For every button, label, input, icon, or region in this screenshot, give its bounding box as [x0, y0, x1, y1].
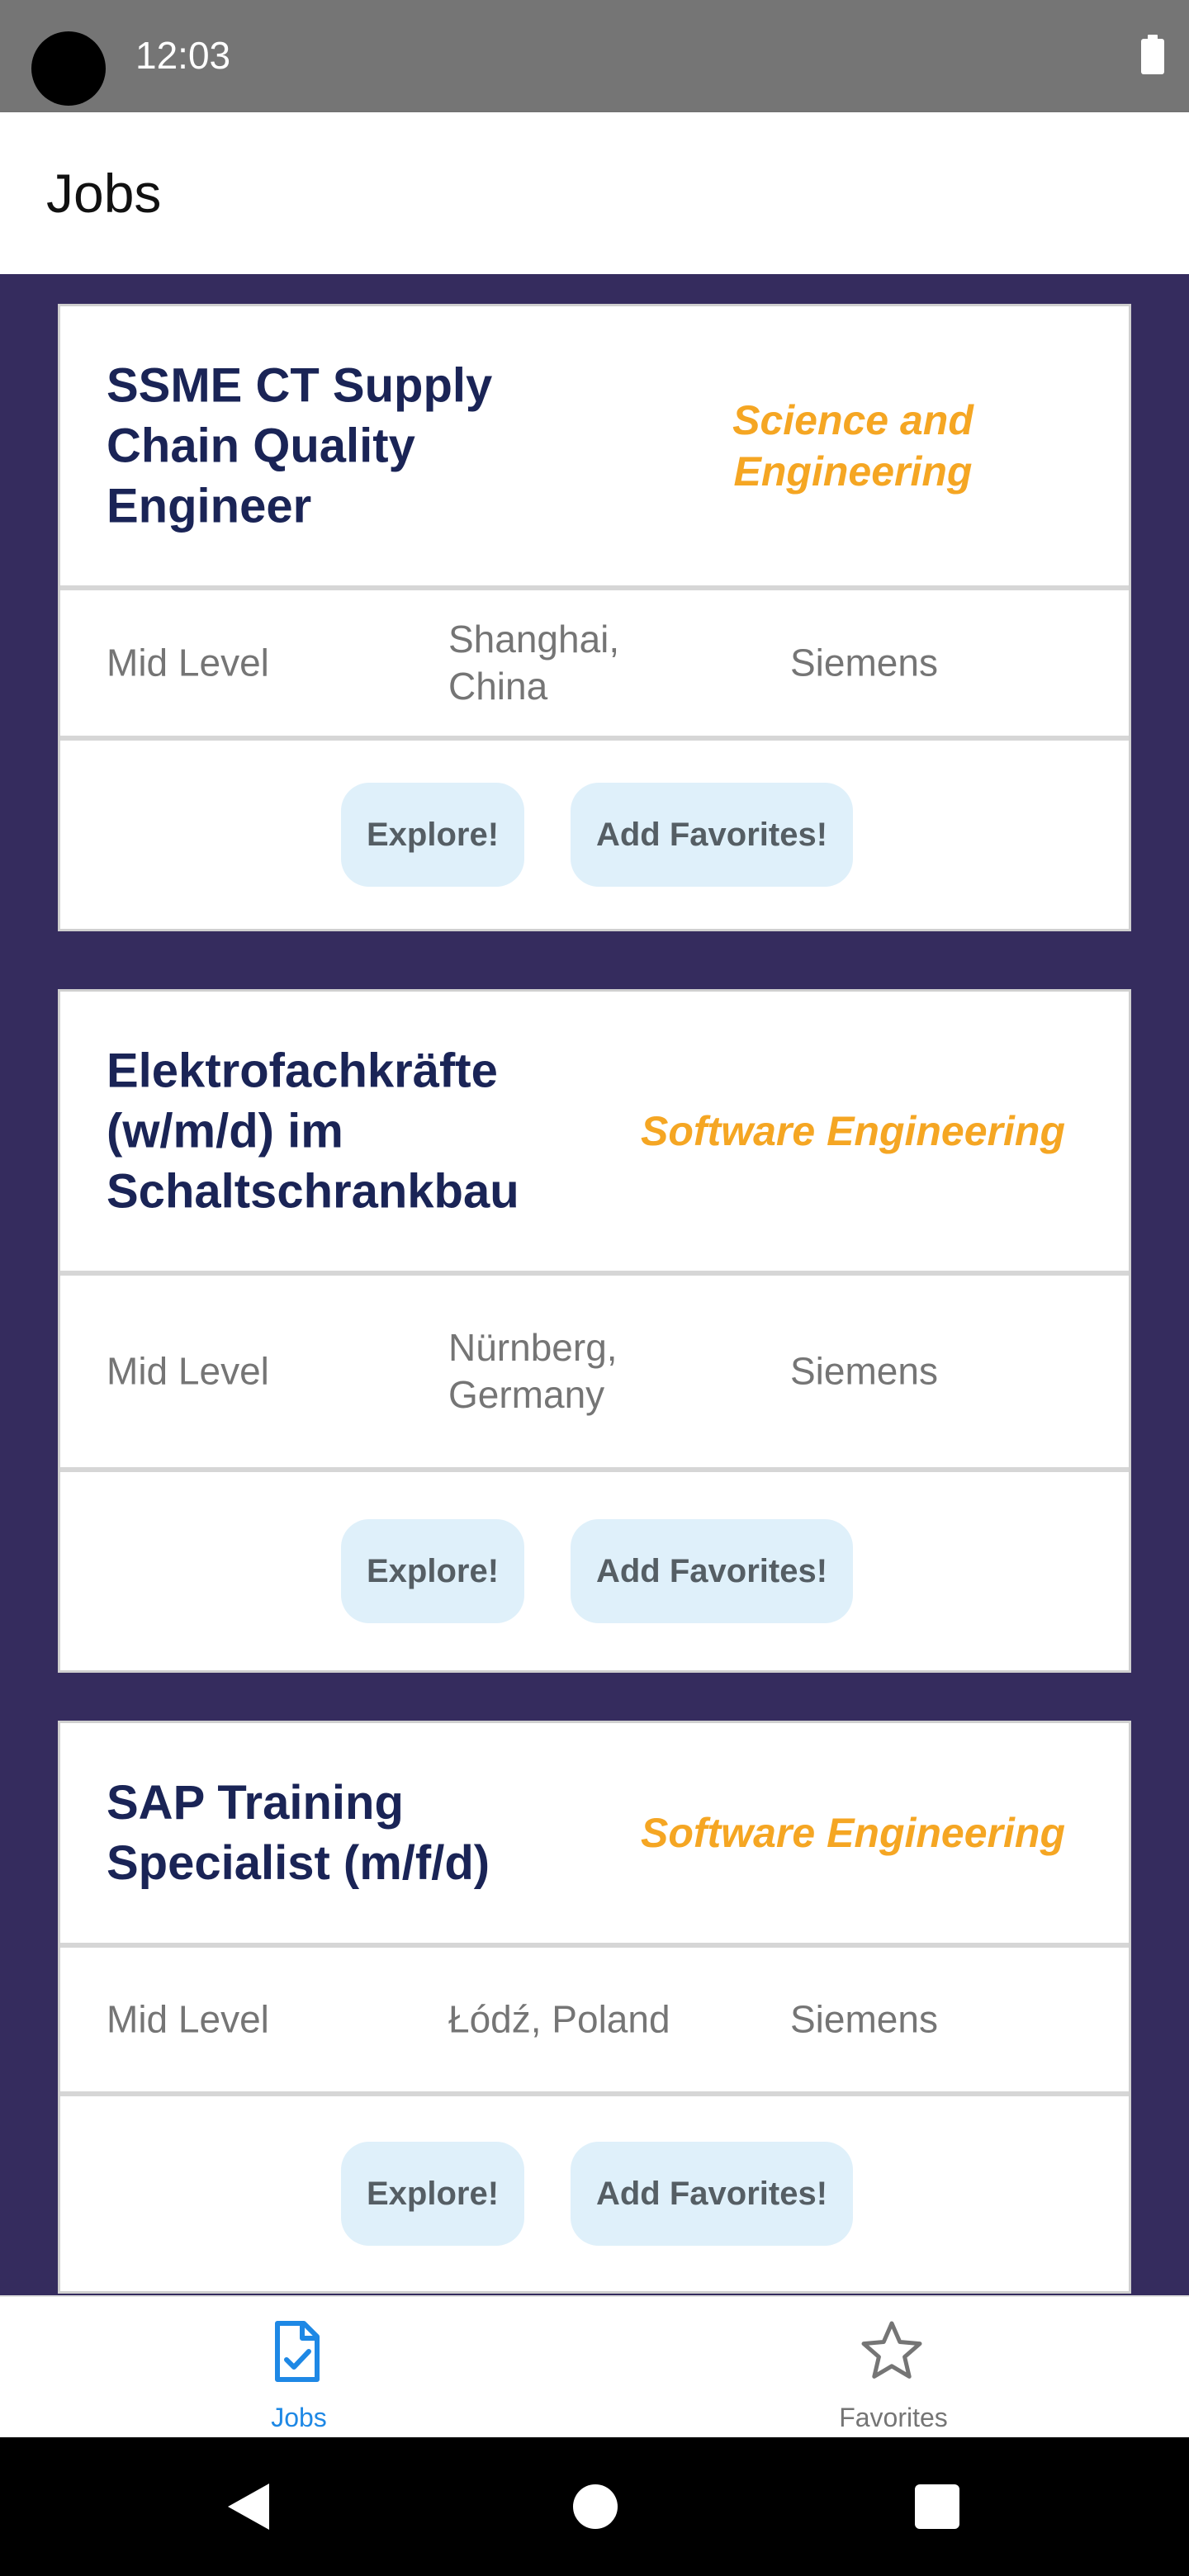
- add-favorites-button[interactable]: Add Favorites!: [571, 2142, 853, 2246]
- job-level: Mid Level: [107, 1997, 269, 2041]
- job-category: Software Engineering: [641, 1108, 1065, 1154]
- battery-icon: [1141, 35, 1164, 74]
- job-level: Mid Level: [107, 1349, 269, 1393]
- bottom-navigation: Jobs Favorites: [0, 2295, 1189, 2437]
- add-favorites-button[interactable]: Add Favorites!: [571, 1519, 853, 1623]
- app-bar: Jobs: [0, 112, 1189, 274]
- job-card-meta: Mid Level Łódź, Poland Siemens: [60, 1948, 1129, 2096]
- job-company: Siemens: [790, 1997, 938, 2041]
- job-company: Siemens: [790, 641, 938, 684]
- job-card-actions: Explore! Add Favorites!: [60, 741, 1129, 929]
- job-level: Mid Level: [107, 641, 269, 684]
- job-document-check-icon: [275, 2321, 320, 2382]
- job-title: SAP Training Specialist (m/f/d): [107, 1776, 490, 1890]
- star-outline-icon: [861, 2321, 922, 2379]
- job-location: Nürnberg, Germany: [448, 1326, 618, 1416]
- job-category: Software Engineering: [641, 1810, 1065, 1856]
- back-icon[interactable]: [225, 2482, 271, 2531]
- explore-button[interactable]: Explore!: [341, 783, 524, 887]
- explore-button[interactable]: Explore!: [341, 1519, 524, 1623]
- job-card-header: SSME CT Supply Chain Quality Engineer Sc…: [60, 306, 1129, 590]
- job-card-meta: Mid Level Nürnberg, Germany Siemens: [60, 1276, 1129, 1472]
- home-icon[interactable]: [573, 2484, 618, 2529]
- page-title: Jobs: [46, 163, 162, 224]
- tab-favorites-label: Favorites: [839, 2403, 948, 2432]
- tab-jobs[interactable]: Jobs: [0, 2297, 594, 2439]
- job-location: Shanghai, China: [448, 618, 620, 708]
- job-list[interactable]: SSME CT Supply Chain Quality Engineer Sc…: [0, 274, 1189, 2295]
- job-card: Elektrofachkräfte (w/m/d) im Schaltschra…: [58, 989, 1131, 1673]
- tab-jobs-label: Jobs: [271, 2403, 327, 2432]
- job-card-header: Elektrofachkräfte (w/m/d) im Schaltschra…: [60, 992, 1129, 1276]
- job-card: SSME CT Supply Chain Quality Engineer Sc…: [58, 304, 1131, 931]
- job-card-meta: Mid Level Shanghai, China Siemens: [60, 590, 1129, 741]
- recent-apps-icon[interactable]: [915, 2484, 959, 2529]
- job-location: Łódź, Poland: [448, 1997, 670, 2041]
- tab-favorites[interactable]: Favorites: [594, 2297, 1189, 2439]
- status-bar: 12:03: [0, 0, 1189, 112]
- job-card-actions: Explore! Add Favorites!: [60, 1472, 1129, 1670]
- camera-cutout: [31, 31, 106, 106]
- job-card: SAP Training Specialist (m/f/d) Software…: [58, 1721, 1131, 2294]
- status-time: 12:03: [135, 34, 231, 77]
- job-title: Elektrofachkräfte (w/m/d) im Schaltschra…: [107, 1044, 519, 1219]
- job-title: SSME CT Supply Chain Quality Engineer: [107, 358, 493, 533]
- job-category: Science and Engineering: [732, 397, 973, 495]
- job-company: Siemens: [790, 1349, 938, 1393]
- job-card-header: SAP Training Specialist (m/f/d) Software…: [60, 1723, 1129, 1948]
- add-favorites-button[interactable]: Add Favorites!: [571, 783, 853, 887]
- job-card-actions: Explore! Add Favorites!: [60, 2096, 1129, 2291]
- system-navigation-bar: [0, 2437, 1189, 2576]
- explore-button[interactable]: Explore!: [341, 2142, 524, 2246]
